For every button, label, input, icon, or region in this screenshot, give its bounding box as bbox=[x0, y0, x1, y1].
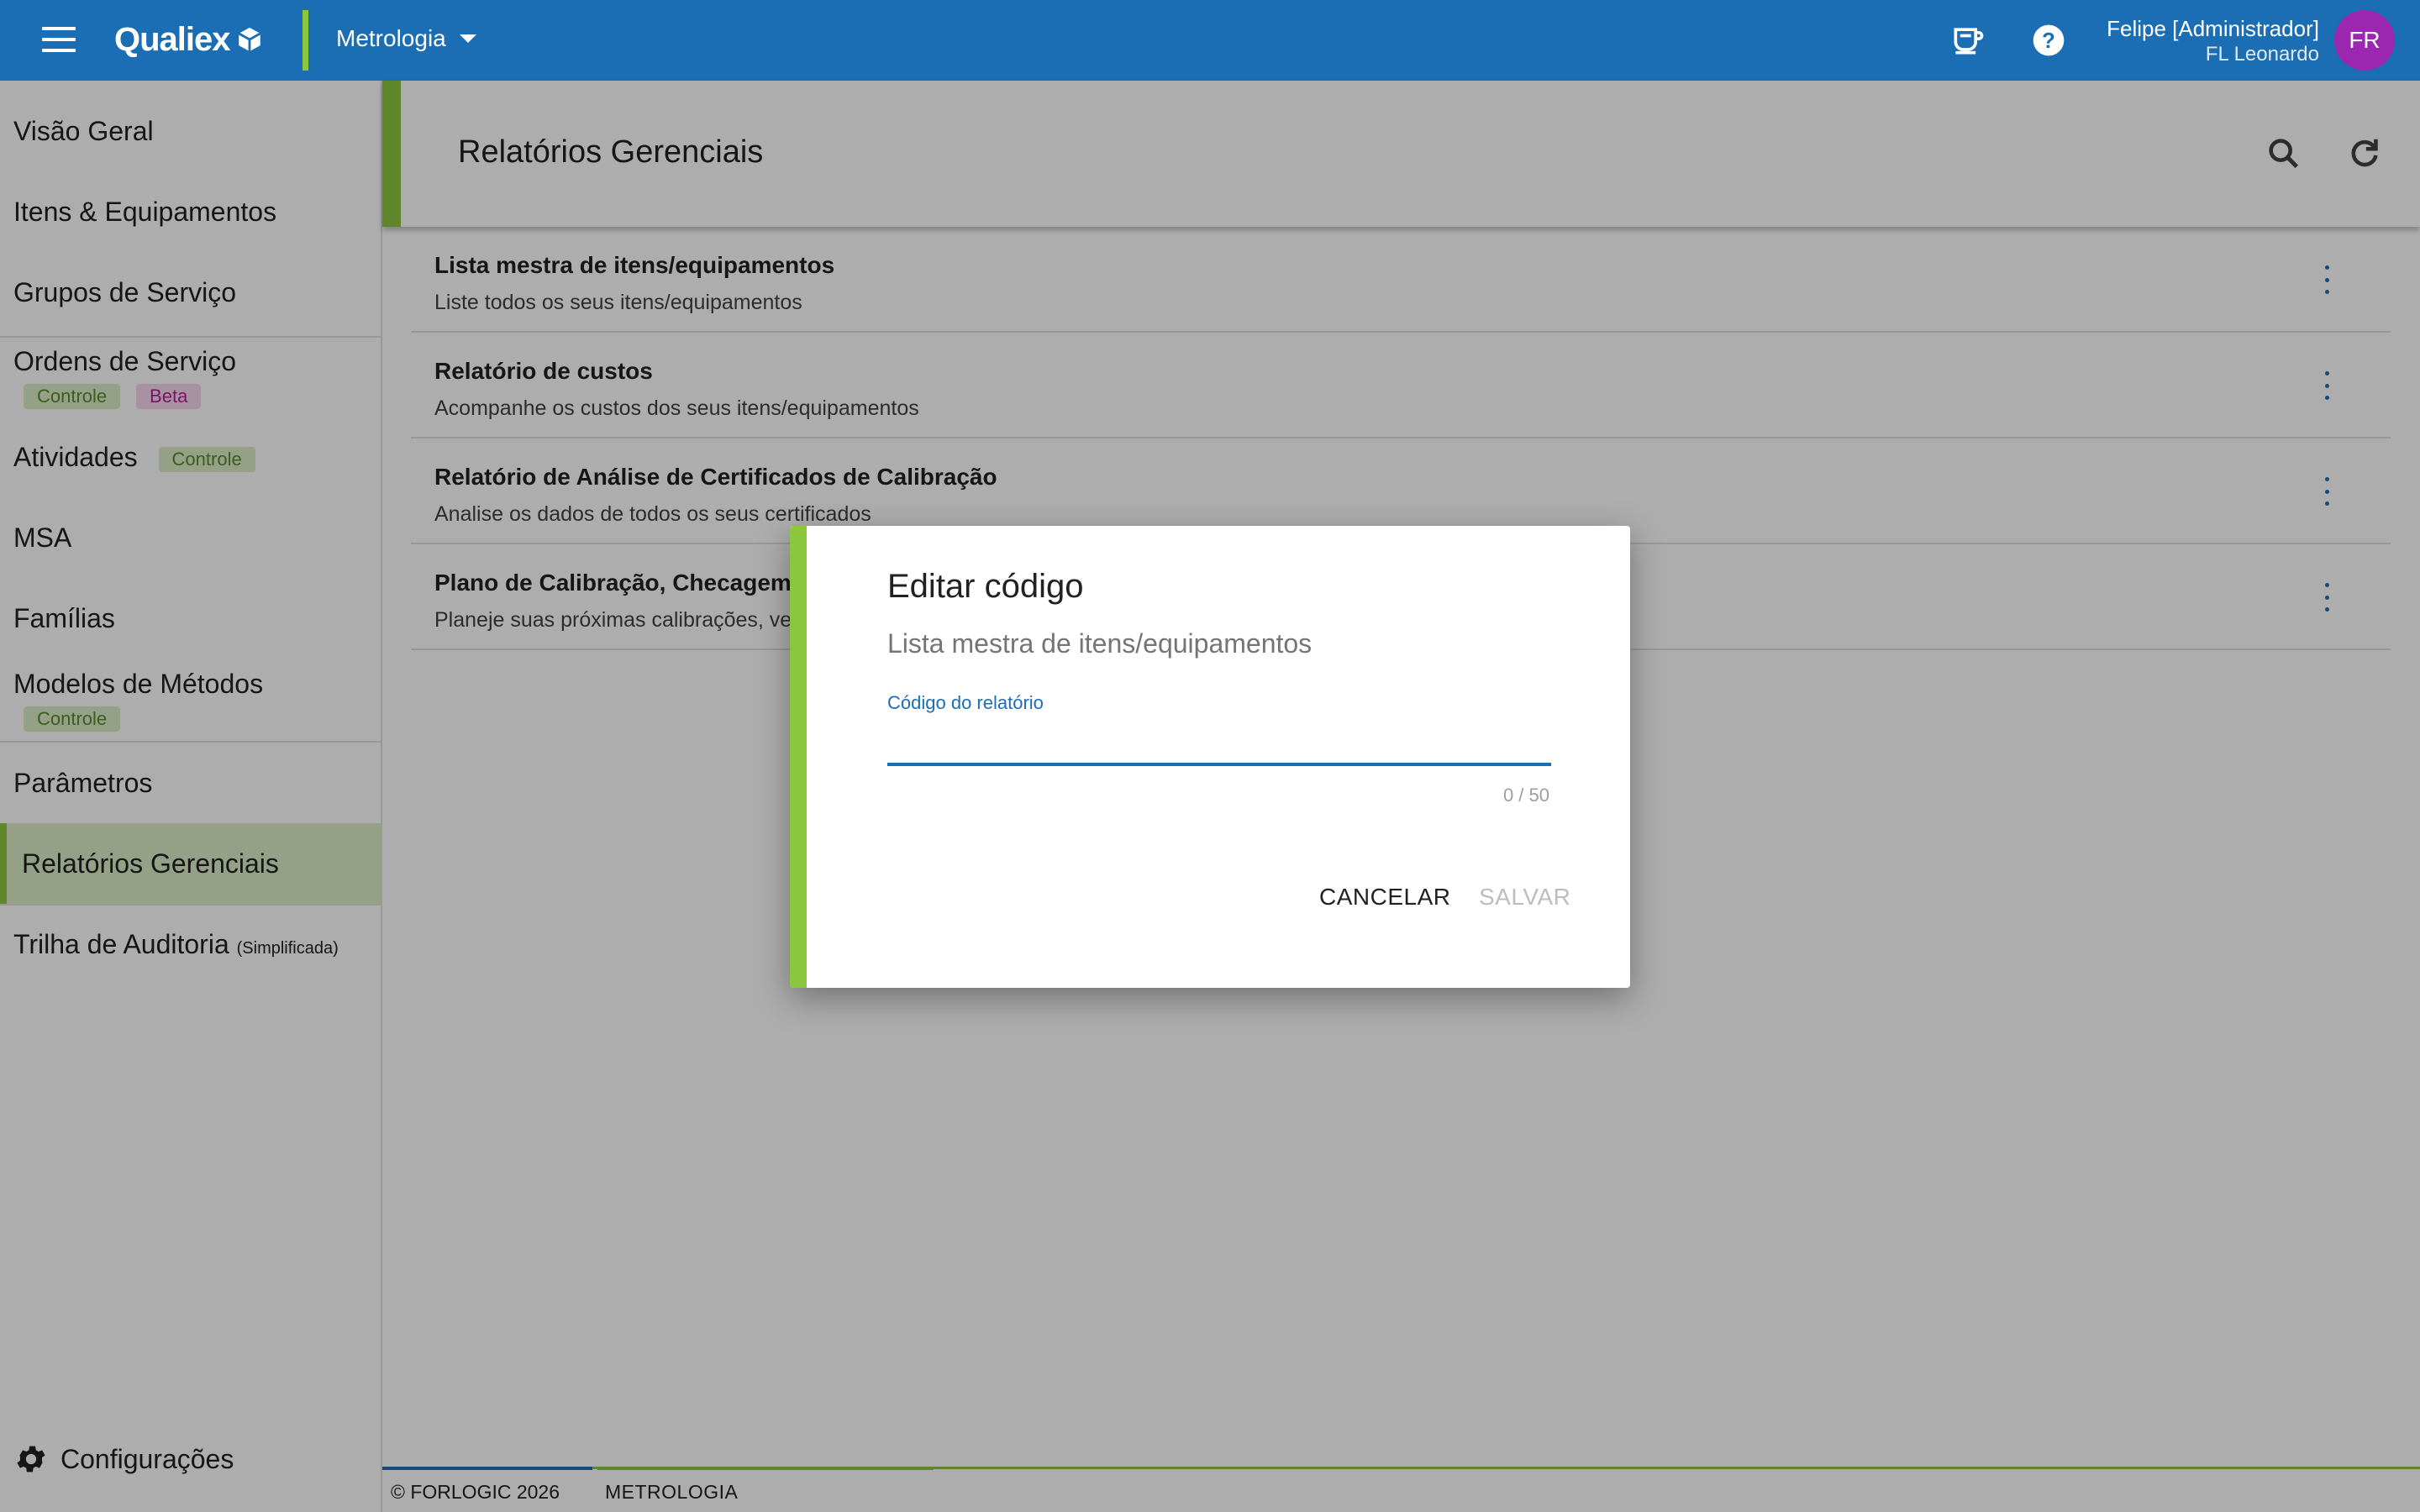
dialog-accent-bar bbox=[790, 526, 807, 988]
svg-text:?: ? bbox=[2042, 29, 2055, 53]
logo-text: Qualiex bbox=[114, 20, 231, 58]
coffee-cup-icon[interactable] bbox=[1949, 22, 1986, 59]
user-organization: FL Leonardo bbox=[2205, 43, 2319, 66]
cancel-button[interactable]: CANCELAR bbox=[1319, 884, 1450, 911]
save-button[interactable]: SALVAR bbox=[1479, 884, 1570, 911]
logo-cube-icon bbox=[238, 27, 260, 52]
report-code-label: Código do relatório bbox=[887, 692, 1044, 713]
module-label: Metrologia bbox=[336, 25, 446, 51]
module-selector[interactable]: Metrologia bbox=[336, 25, 476, 52]
chevron-down-icon bbox=[459, 34, 476, 43]
avatar[interactable]: FR bbox=[2334, 10, 2395, 71]
user-name: Felipe [Administrador] bbox=[2107, 16, 2319, 41]
help-icon[interactable]: ? bbox=[2030, 22, 2067, 59]
logo-divider bbox=[302, 10, 308, 71]
dialog-title: Editar código bbox=[887, 568, 1084, 605]
menu-icon[interactable] bbox=[42, 27, 76, 54]
dialog-subtitle: Lista mestra de itens/equipamentos bbox=[887, 628, 1313, 659]
app-logo[interactable]: Qualiex bbox=[114, 18, 264, 60]
user-info[interactable]: Felipe [Administrador] FL Leonardo bbox=[2107, 15, 2319, 67]
report-code-input[interactable] bbox=[887, 721, 1551, 766]
edit-code-dialog: Editar código Lista mestra de itens/equi… bbox=[790, 526, 1630, 988]
char-counter: 0 / 50 bbox=[1502, 785, 1549, 806]
top-app-bar: Qualiex Metrologia ? Felipe [Administrad… bbox=[0, 0, 2420, 81]
